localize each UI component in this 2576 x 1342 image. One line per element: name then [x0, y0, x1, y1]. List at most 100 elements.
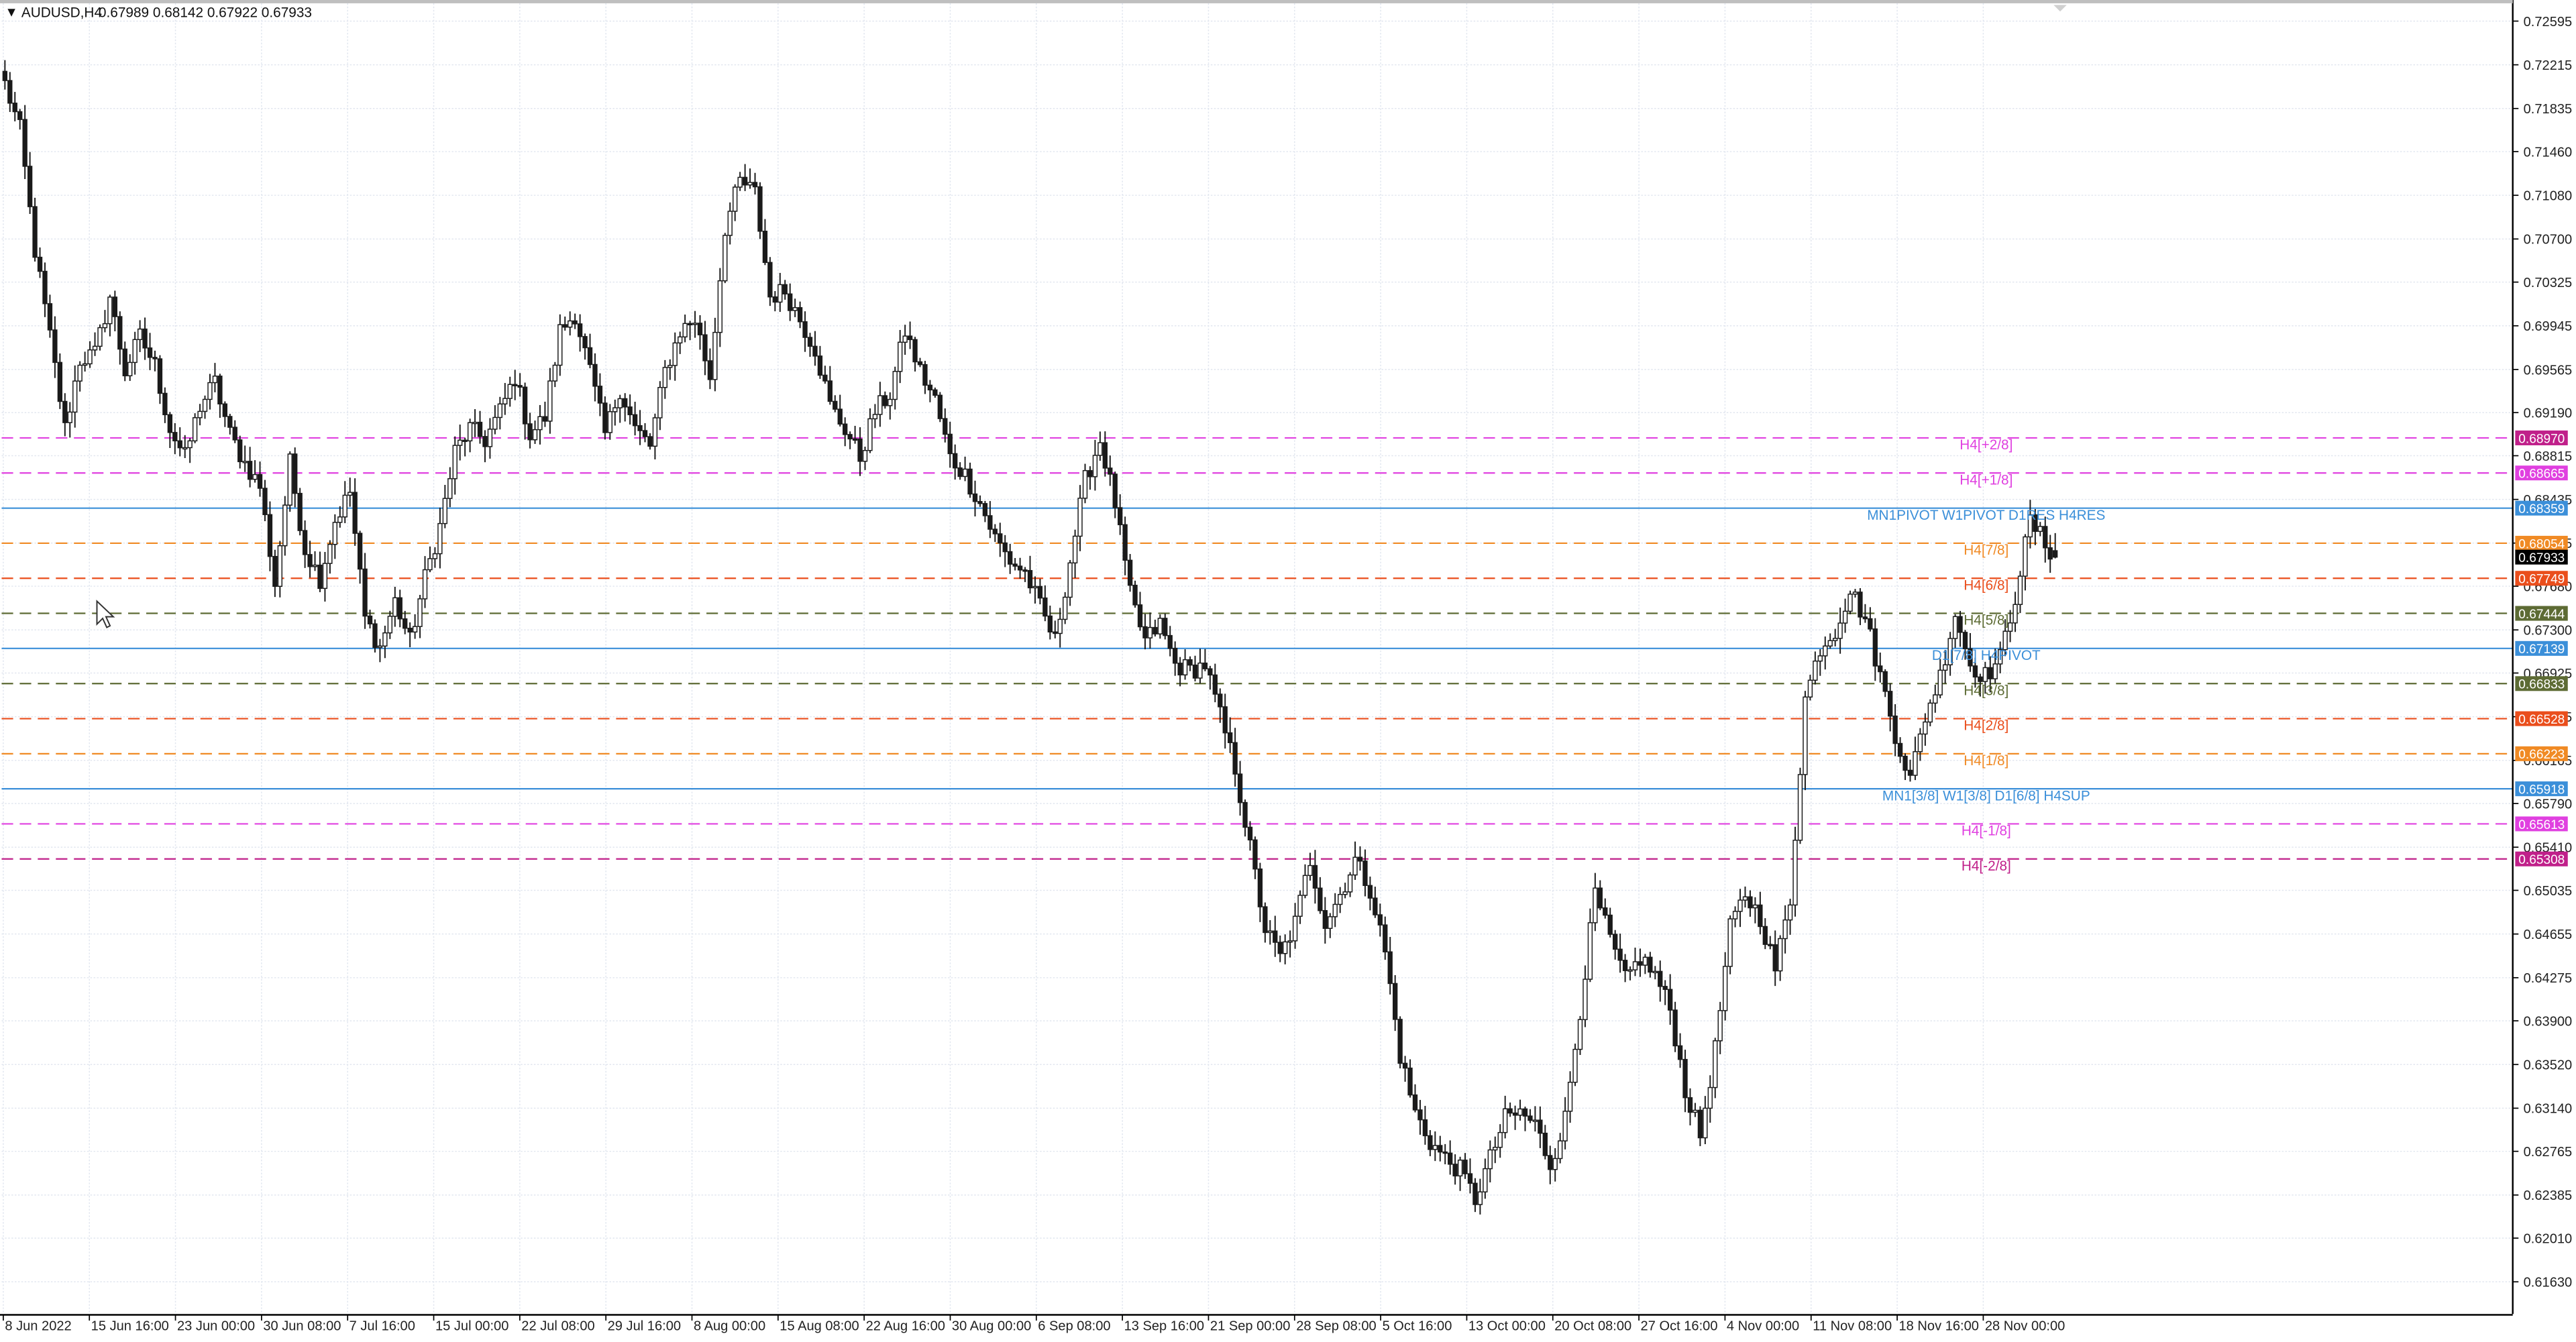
candle-body-bear	[702, 334, 708, 361]
candle-body-bull	[322, 563, 328, 590]
level-label: H4[5/8]	[1964, 613, 2008, 628]
candle-body-bear	[822, 374, 828, 382]
price-tag-label: 0.66833	[2518, 678, 2565, 692]
candle-body-bull	[1292, 915, 1298, 942]
candle-body-bull	[877, 395, 883, 415]
candle-body-bull	[1752, 904, 1758, 909]
price-tag-label: 0.68665	[2518, 467, 2565, 482]
candle	[1063, 592, 1068, 624]
candle-body-bull	[747, 182, 753, 186]
candle-body-bull	[1483, 1168, 1488, 1192]
candle	[297, 488, 303, 536]
level-label: D1[7/8] H4PIVOT	[1932, 648, 2041, 663]
candle	[372, 619, 378, 653]
price-tag-label: 0.65918	[2518, 783, 2565, 797]
candle-body-bear	[1888, 691, 1893, 717]
current-price-label: 0.67933	[2518, 551, 2565, 565]
candle-body-bear	[912, 339, 918, 363]
candle-body-bull	[137, 328, 143, 341]
candle-body-bear	[37, 256, 43, 272]
level-label: H4[6/8]	[1964, 577, 2008, 593]
level-label: MN1[3/8] W1[3/8] D1[6/8] H4SUP	[1882, 788, 2090, 803]
candle-body-bear	[907, 335, 913, 341]
candle-body-bear	[122, 348, 127, 377]
candle-body-bull	[207, 382, 213, 400]
candle-body-bull	[1833, 638, 1838, 641]
candle-body-bull	[427, 558, 433, 571]
candle-body-bear	[1512, 1112, 1518, 1116]
candle-body-bear	[1132, 584, 1138, 606]
price-tag-label: 0.68359	[2518, 502, 2565, 516]
candle-body-bear	[1687, 1097, 1693, 1113]
candle-body-bull	[342, 494, 347, 518]
chart-window[interactable]: H4[+2/8] H4[+1/8] MN1PIVOT W1PIVOT D1RES H…	[0, 0, 2576, 1339]
price-tick-label: 0.69565	[2524, 363, 2573, 378]
candle-body-bear	[1542, 1132, 1548, 1156]
candle-body-bear	[982, 503, 988, 516]
candle-body-bull	[1057, 618, 1063, 634]
chart-canvas[interactable]: H4[+2/8] H4[+1/8] MN1PIVOT W1PIVOT D1RES H…	[0, 0, 2576, 1339]
candle-body-bear	[1163, 618, 1168, 636]
candle-body-bear	[1467, 1173, 1473, 1184]
price-tick-label: 0.71835	[2524, 102, 2573, 117]
candle-body-bear	[1758, 904, 1763, 928]
candle	[1577, 1015, 1583, 1055]
candle-body-bear	[1012, 563, 1018, 567]
candle-body-bear	[1237, 773, 1243, 803]
candle-body-bull	[662, 367, 668, 388]
candle-body-bull	[888, 398, 893, 406]
candle-body-bull	[2002, 630, 2008, 651]
candle-body-bull	[872, 414, 878, 420]
candle-body-bull	[1642, 956, 1648, 966]
candle-body-bull	[537, 416, 543, 431]
price-tick-label: 0.69190	[2524, 406, 2573, 421]
candle-body-bear	[1892, 715, 1898, 744]
candle-body-bear	[297, 492, 303, 531]
candle-body-bull	[107, 296, 113, 325]
level-label: H4[-2/8]	[1962, 858, 2011, 874]
candle-body-bear	[517, 385, 523, 388]
candle-body-bull	[1487, 1149, 1493, 1170]
candle-body-bear	[1428, 1135, 1433, 1150]
candle-body-bear	[1173, 648, 1178, 664]
candle-body-bull	[1778, 938, 1783, 972]
candle-body-bear	[1362, 860, 1368, 887]
level-label: MN1PIVOT W1PIVOT D1RES H4RES	[1867, 508, 2105, 523]
candle-body-bull	[1782, 919, 1788, 940]
candle	[32, 197, 38, 262]
candle-body-bull	[442, 498, 448, 524]
candle-body-bull	[557, 324, 563, 366]
price-tag-label: 0.66223	[2518, 748, 2565, 762]
candle-body-bear	[967, 468, 973, 495]
candle-body-bear	[602, 402, 608, 433]
candle-body-bear	[1017, 565, 1023, 571]
collapse-triangle-icon[interactable]: ▼	[5, 5, 17, 19]
candle	[937, 392, 943, 423]
candle-body-bear	[752, 182, 758, 188]
candle-body-bull	[192, 417, 198, 442]
candle-body-bull	[617, 398, 623, 408]
candle-body-bear	[1008, 551, 1013, 565]
candle-body-bull	[1558, 1140, 1563, 1160]
price-tick-label: 0.63900	[2524, 1014, 2573, 1029]
candle-body-bull	[712, 331, 718, 380]
candle-body-bear	[1603, 907, 1608, 916]
price-tick-label: 0.71460	[2524, 145, 2573, 160]
candle-body-bear	[1622, 960, 1628, 971]
candle-body-bear	[47, 303, 53, 331]
candle-body-bull	[1342, 891, 1348, 895]
candle-body-bull	[1352, 856, 1358, 876]
candle-body-bear	[827, 380, 833, 402]
candle-body-bear	[1273, 930, 1278, 943]
candle-body-bear	[762, 231, 768, 264]
candle-body-bull	[1627, 969, 1633, 972]
candle-body-bear	[1957, 616, 1963, 633]
candle	[1797, 767, 1803, 844]
candle-body-bear	[1047, 615, 1053, 632]
candle	[1792, 826, 1798, 917]
candle-body-bear	[947, 433, 953, 455]
candle-body-bear	[1187, 659, 1193, 666]
candle-body-bear	[1027, 569, 1033, 589]
candle-body-bear	[697, 323, 703, 335]
candle-body-bear	[542, 416, 548, 422]
